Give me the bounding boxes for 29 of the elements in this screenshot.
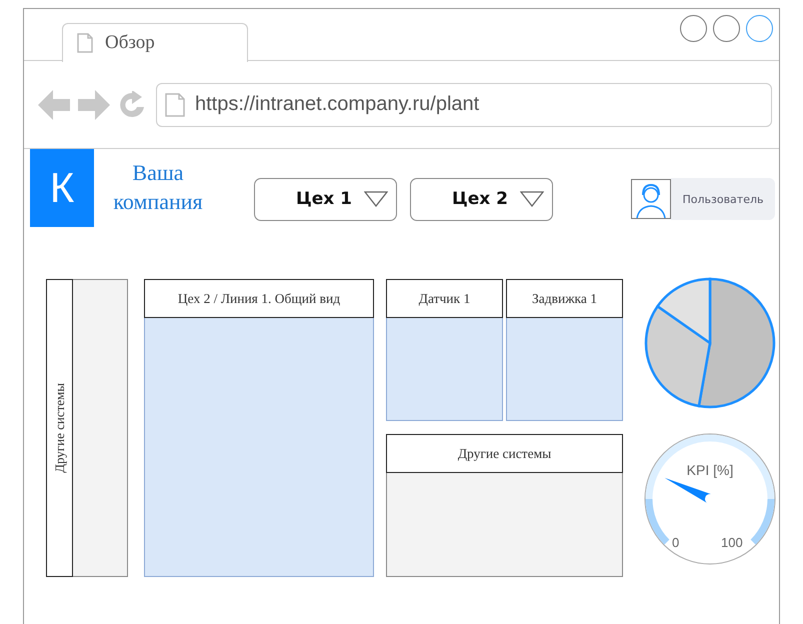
forward-icon[interactable] [78,90,110,120]
url-text: https://intranet.company.ru/plant [195,93,480,116]
panel-header: Другие системы [386,434,623,473]
panel-header: Цех 2 / Линия 1. Общий вид [144,279,374,318]
reload-icon[interactable] [118,90,146,118]
tab-title: Обзор [105,32,155,54]
avatar-icon[interactable] [631,179,671,219]
user-button[interactable]: Пользователь [671,178,775,220]
panel-title: Другие системы [52,383,68,473]
dropdown[interactable]: Цех 2 [410,178,553,220]
panel-header: Датчик 1 [386,279,503,318]
gauge-needle [664,478,712,504]
company-name: Ваша компания [112,159,204,216]
panel-header: Задвижка 1 [506,279,623,318]
window-control-button[interactable] [746,15,773,42]
caret-icon [364,191,388,207]
dropdown[interactable]: Цех 1 [254,178,397,220]
logo-box: К [30,149,94,227]
document-icon [165,92,185,116]
gauge-min-label: 0 [672,535,680,550]
gauge-max-label: 100 [721,535,743,550]
browser-tab[interactable]: Обзор [62,22,248,62]
gauge-title: KPI [%] [686,462,734,478]
caret-icon [520,191,544,207]
address-bar[interactable]: https://intranet.company.ru/plant [156,82,772,126]
back-icon[interactable] [38,90,70,120]
document-icon [77,32,93,52]
window-control-button[interactable] [680,15,707,42]
window-control-button[interactable] [713,15,740,42]
